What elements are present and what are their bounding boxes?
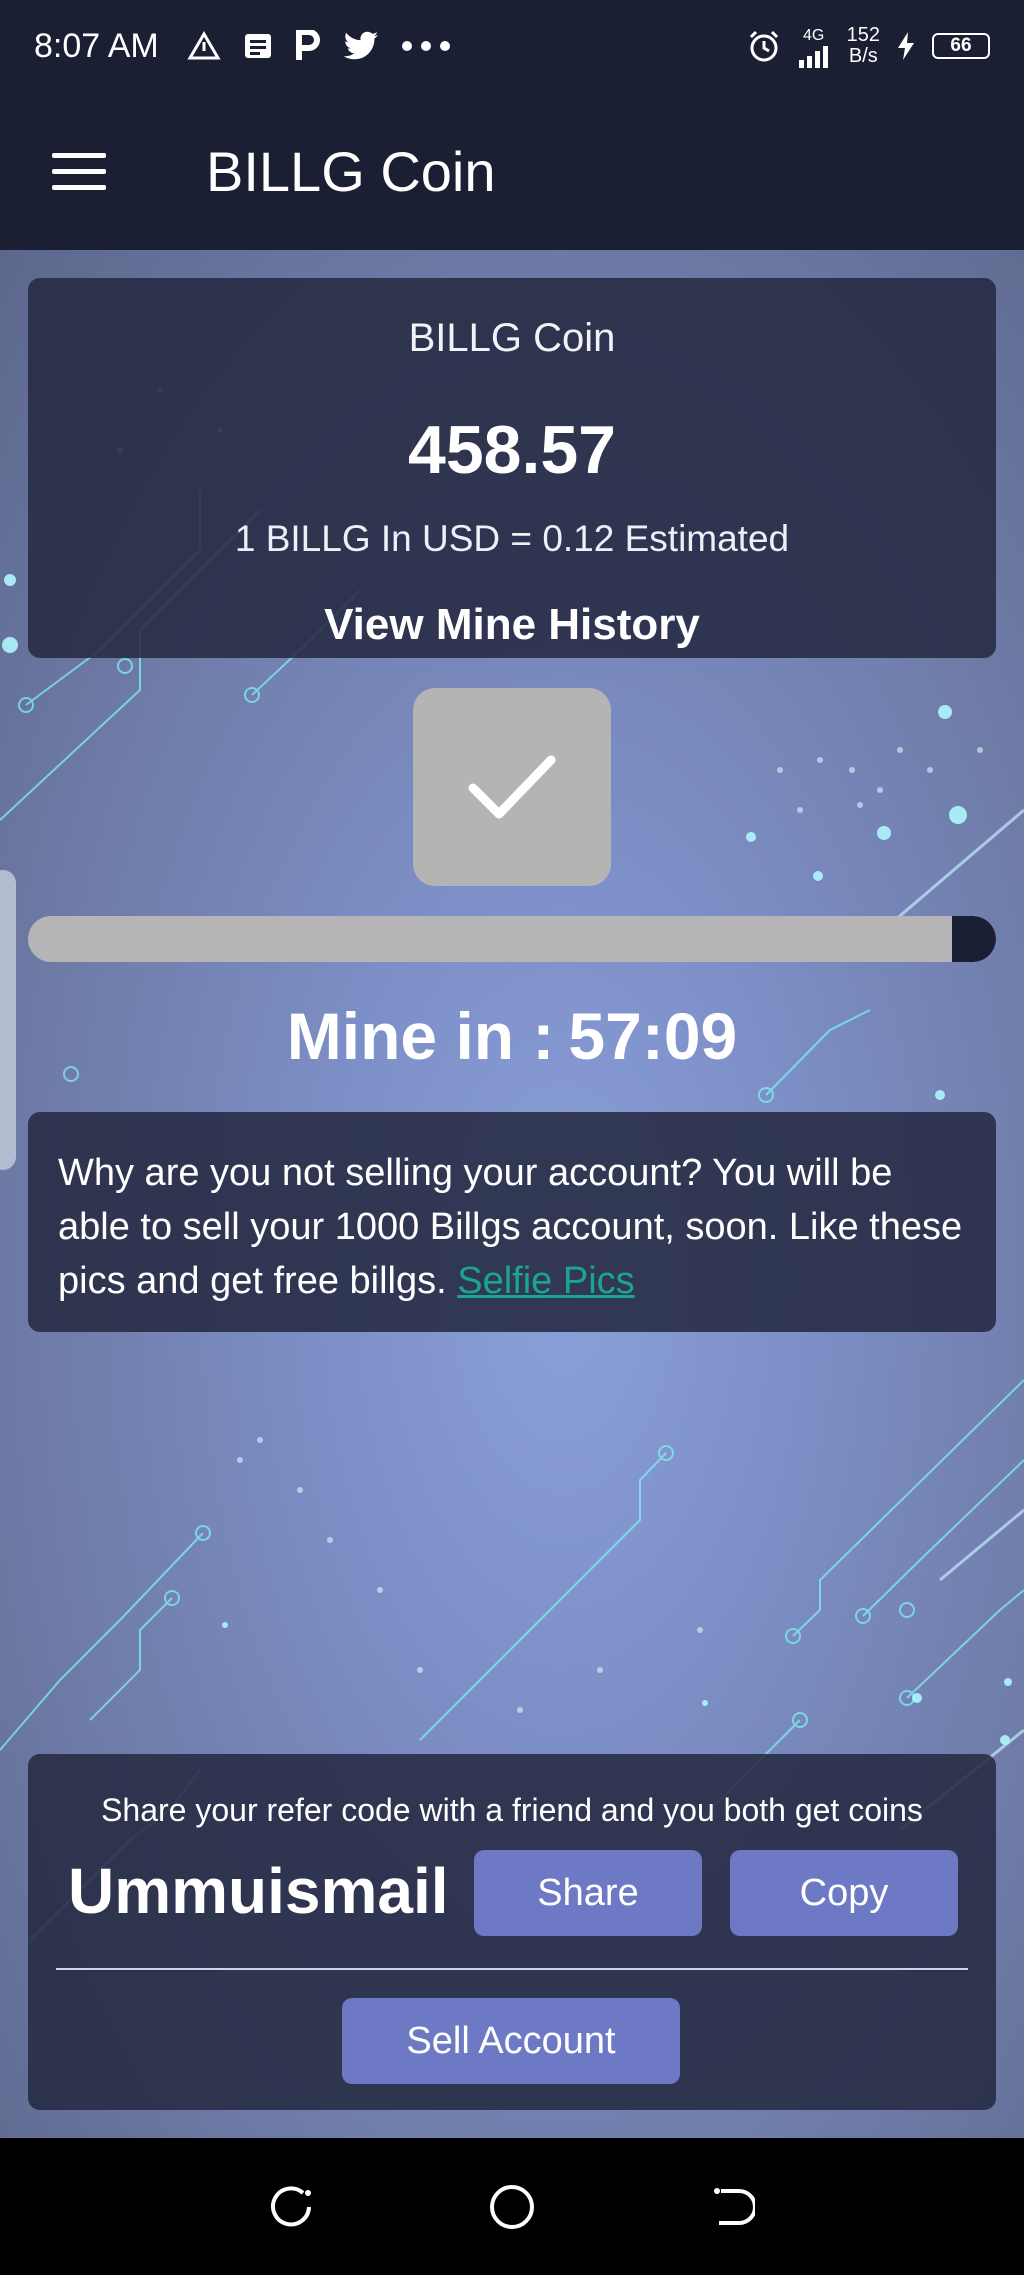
balance-card: BILLG Coin 458.57 1 BILLG In USD = 0.12 …: [28, 278, 996, 658]
speed-unit: B/s: [848, 45, 878, 67]
refer-card: Share your refer code with a friend and …: [28, 1754, 996, 2110]
network-type: 4G: [797, 25, 831, 68]
twitter-icon: [343, 31, 379, 61]
notice-card: Why are you not selling your account? Yo…: [28, 1112, 996, 1332]
mine-countdown: Mine in :57:09: [0, 998, 1024, 1074]
usd-rate-text: 1 BILLG In USD = 0.12 Estimated: [234, 518, 790, 559]
copy-button[interactable]: Copy: [730, 1850, 958, 1936]
p-icon: [295, 30, 321, 62]
network-speed: 152 B/s: [847, 25, 880, 67]
view-mine-history-link[interactable]: View Mine History: [28, 600, 996, 650]
countdown-value: 57:09: [568, 999, 738, 1073]
signal-icon: [797, 45, 831, 68]
balance-label: BILLG Coin: [408, 316, 616, 360]
system-nav-bar: [0, 2138, 1024, 2275]
news-icon: [243, 32, 273, 60]
notice-text: Why are you not selling your account? Yo…: [58, 1146, 966, 1308]
hamburger-menu-icon[interactable]: [52, 141, 132, 201]
warning-icon: [187, 31, 221, 61]
recent-apps-icon[interactable]: [251, 2167, 331, 2247]
back-icon[interactable]: [693, 2167, 773, 2247]
share-button[interactable]: Share: [474, 1850, 702, 1936]
network-label: 4G: [802, 26, 825, 44]
refer-code: Ummuismail: [68, 1855, 449, 1927]
mining-progress-bar: [28, 916, 996, 962]
app-bar: BILLG Coin: [0, 92, 1024, 250]
page-title: BILLG Coin: [206, 139, 496, 203]
home-icon[interactable]: [472, 2167, 552, 2247]
balance-value: 458.57: [408, 412, 616, 488]
divider: [56, 1968, 968, 1970]
alarm-icon: [747, 29, 781, 63]
sell-account-button[interactable]: Sell Account: [342, 1998, 680, 2084]
charging-icon: [896, 31, 916, 61]
battery-indicator: 66: [932, 33, 990, 59]
status-time: 8:07 AM: [34, 26, 159, 65]
speed-value: 152: [846, 24, 880, 46]
refer-instructions: Share your refer code with a friend and …: [101, 1792, 923, 1828]
more-dots-icon: [401, 40, 451, 52]
countdown-label: Mine in :: [286, 999, 555, 1073]
checkmark-icon: [468, 755, 556, 819]
selfie-pics-link[interactable]: Selfie Pics: [457, 1260, 634, 1302]
status-bar: 8:07 AM 4G 152 B/s 66: [0, 0, 1024, 92]
main-content: BILLG Coin 458.57 1 BILLG In USD = 0.12 …: [0, 250, 1024, 2138]
mine-check-button[interactable]: [413, 688, 611, 886]
